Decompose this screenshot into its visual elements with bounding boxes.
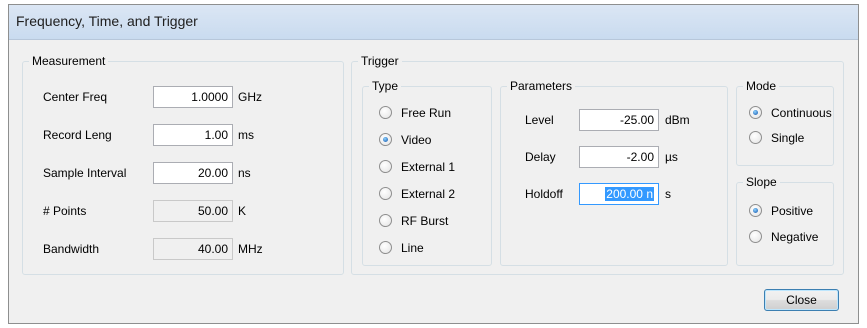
- close-button[interactable]: Close: [764, 289, 839, 311]
- sample-interval-unit: ns: [238, 166, 251, 180]
- points-label: # Points: [43, 204, 87, 218]
- level-input[interactable]: -25.00: [579, 109, 659, 131]
- level-label: Level: [525, 113, 554, 127]
- measurement-group-title: Measurement: [29, 54, 109, 68]
- radio-button-icon: [379, 160, 392, 173]
- trigger-type-group: Type Free Run Video External 1 External …: [362, 79, 492, 266]
- center-freq-label: Center Freq: [43, 90, 108, 104]
- slope-negative-radio[interactable]: Negative: [749, 229, 831, 245]
- radio-button-selected-icon: [749, 204, 762, 217]
- title-bar[interactable]: Frequency, Time, and Trigger: [9, 5, 858, 40]
- slope-positive-label: Positive: [771, 204, 814, 218]
- holdoff-selected-text: 200.00 n: [605, 187, 654, 201]
- points-unit: K: [238, 204, 247, 218]
- type-free-run-label: Free Run: [401, 106, 452, 120]
- type-line-radio[interactable]: Line: [379, 240, 479, 256]
- measurement-group: Measurement Center Freq 1.0000 GHz Recor…: [22, 54, 344, 275]
- trigger-group: Trigger Type Free Run Video External 1 E…: [351, 54, 844, 275]
- bandwidth-unit: MHz: [238, 242, 263, 256]
- radio-button-icon: [379, 214, 392, 227]
- trigger-group-title: Trigger: [358, 54, 402, 68]
- bandwidth-readout: 40.00: [153, 238, 233, 260]
- type-rf-burst-radio[interactable]: RF Burst: [379, 213, 479, 229]
- mode-single-radio[interactable]: Single: [749, 130, 831, 146]
- radio-button-selected-icon: [749, 106, 762, 119]
- holdoff-input[interactable]: 200.00 n: [579, 183, 659, 205]
- mode-continuous-radio[interactable]: Continuous: [749, 105, 832, 121]
- bandwidth-label: Bandwidth: [43, 242, 100, 256]
- points-readout: 50.00: [153, 200, 233, 222]
- trigger-parameters-group: Parameters Level -25.00 dBm Delay -2.00 …: [500, 79, 728, 266]
- type-video-label: Video: [401, 133, 432, 147]
- sample-interval-input[interactable]: 20.00: [153, 162, 233, 184]
- dialog-window: Frequency, Time, and Trigger Measurement…: [8, 4, 859, 324]
- delay-label: Delay: [525, 150, 556, 164]
- center-freq-unit: GHz: [238, 90, 262, 104]
- center-freq-input[interactable]: 1.0000: [153, 86, 233, 108]
- trigger-parameters-title: Parameters: [507, 79, 576, 93]
- record-length-input[interactable]: 1.00: [153, 124, 233, 146]
- type-external-1-label: External 1: [401, 160, 456, 174]
- slope-negative-label: Negative: [771, 230, 819, 244]
- radio-button-icon: [379, 241, 392, 254]
- radio-button-icon: [379, 187, 392, 200]
- mode-title: Mode: [743, 79, 780, 93]
- type-external-2-radio[interactable]: External 2: [379, 186, 479, 202]
- level-unit: dBm: [665, 113, 690, 127]
- delay-unit: µs: [665, 150, 678, 164]
- record-length-label: Record Leng: [43, 128, 112, 142]
- type-external-2-label: External 2: [401, 187, 456, 201]
- record-length-unit: ms: [238, 128, 254, 142]
- window-title: Frequency, Time, and Trigger: [16, 13, 198, 29]
- radio-button-icon: [749, 131, 762, 144]
- slope-positive-radio[interactable]: Positive: [749, 203, 831, 219]
- mode-single-label: Single: [771, 131, 805, 145]
- radio-button-icon: [749, 230, 762, 243]
- trigger-type-title: Type: [369, 79, 402, 93]
- type-line-label: Line: [401, 241, 424, 255]
- mode-group: Mode Continuous Single: [736, 79, 834, 166]
- holdoff-label: Holdoff: [525, 187, 563, 201]
- delay-input[interactable]: -2.00: [579, 146, 659, 168]
- type-external-1-radio[interactable]: External 1: [379, 159, 479, 175]
- type-video-radio[interactable]: Video: [379, 132, 479, 148]
- sample-interval-label: Sample Interval: [43, 166, 127, 180]
- holdoff-unit: s: [665, 187, 671, 201]
- type-free-run-radio[interactable]: Free Run: [379, 105, 479, 121]
- radio-button-selected-icon: [379, 133, 392, 146]
- mode-continuous-label: Continuous: [771, 106, 832, 120]
- slope-title: Slope: [743, 175, 780, 189]
- type-rf-burst-label: RF Burst: [401, 214, 449, 228]
- slope-group: Slope Positive Negative: [736, 175, 834, 266]
- radio-button-icon: [379, 106, 392, 119]
